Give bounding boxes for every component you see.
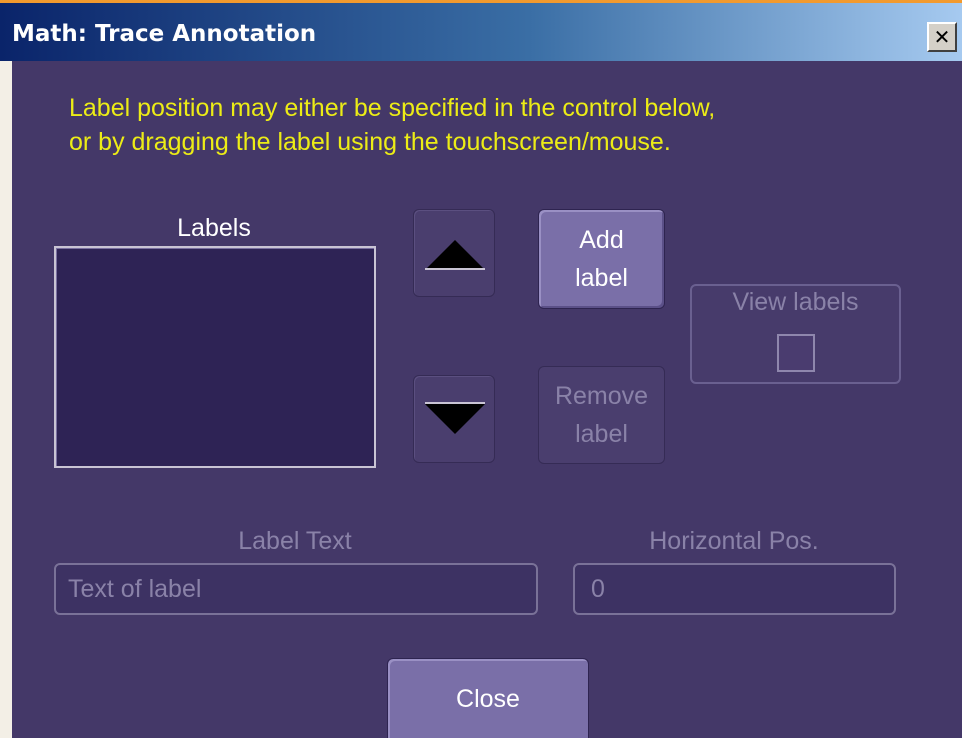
- title-bar[interactable]: Math: Trace Annotation ✕: [0, 3, 962, 61]
- labels-listbox[interactable]: [54, 246, 376, 468]
- view-labels-checkbox[interactable]: [777, 334, 815, 372]
- move-up-button[interactable]: [413, 209, 495, 297]
- close-window-button[interactable]: ✕: [927, 22, 957, 52]
- view-labels-group: View labels: [690, 284, 901, 384]
- view-labels-title: View labels: [732, 288, 859, 316]
- label-text-title: Label Text: [238, 527, 352, 555]
- triangle-down-icon: [425, 402, 485, 434]
- horizontal-pos-title: Horizontal Pos.: [649, 527, 819, 555]
- add-label-button[interactable]: Add label: [538, 209, 665, 309]
- add-label-line-1: Add: [579, 226, 624, 254]
- close-icon: ✕: [933, 25, 951, 49]
- instructions-line-1: Label position may either be specified i…: [69, 94, 716, 122]
- move-down-button[interactable]: [413, 375, 495, 463]
- remove-label-line-1: Remove: [554, 382, 649, 410]
- instructions-line-2: or by dragging the label using the touch…: [69, 128, 671, 156]
- window-left-edge: [0, 61, 12, 738]
- horizontal-pos-input[interactable]: 0: [573, 563, 896, 615]
- window-title: Math: Trace Annotation: [12, 21, 317, 47]
- dialog-body: Label position may either be specified i…: [12, 61, 962, 738]
- remove-label-button[interactable]: Remove label: [538, 366, 665, 464]
- add-label-line-2: label: [575, 264, 628, 292]
- remove-label-line-2: label: [575, 420, 628, 448]
- close-button[interactable]: Close: [387, 658, 589, 738]
- triangle-up-icon: [425, 240, 485, 270]
- labels-list-title: Labels: [177, 214, 251, 242]
- label-text-input[interactable]: Text of label: [54, 563, 538, 615]
- instructions-text: Label position may either be specified i…: [69, 91, 949, 159]
